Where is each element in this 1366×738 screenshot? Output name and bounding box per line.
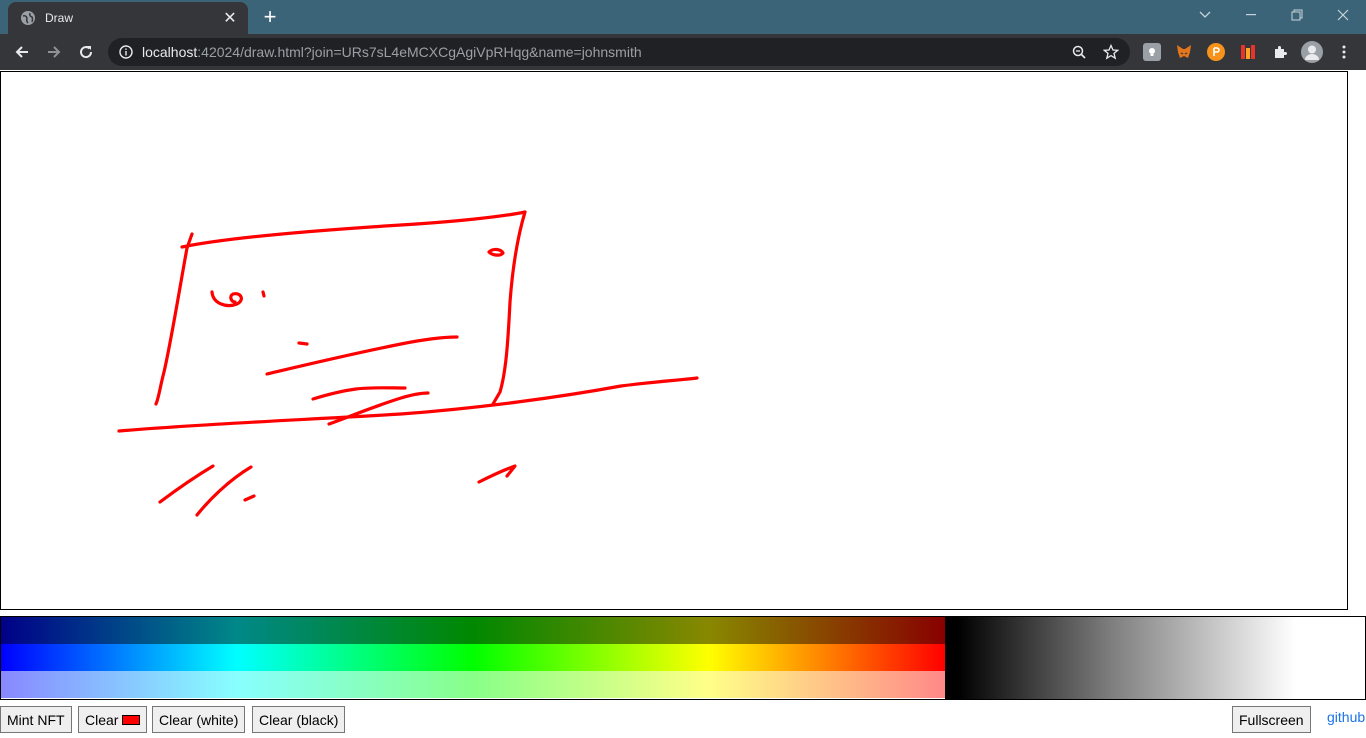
drawing-canvas[interactable] <box>0 71 1348 610</box>
url-path: :42024/draw.html?join=URs7sL4eMCXCgAgiVp… <box>197 44 642 60</box>
stroke-box-right <box>491 210 527 406</box>
stroke-base-line <box>117 376 699 433</box>
clear-white-button[interactable]: Clear (white) <box>152 706 246 733</box>
bar-chart-extension-icon[interactable] <box>1239 43 1257 61</box>
stroke-eye-left <box>210 290 243 308</box>
url-text: localhost:42024/draw.html?join=URs7sL4eM… <box>142 44 642 60</box>
tab-close-icon[interactable]: ✕ <box>220 8 240 28</box>
mint-nft-button[interactable]: Mint NFT <box>0 706 72 733</box>
stroke-dash <box>297 341 309 346</box>
browser-toolbar: localhost:42024/draw.html?join=URs7sL4eM… <box>0 34 1366 70</box>
palette-grayscale[interactable] <box>945 617 1365 699</box>
stroke-dot <box>261 290 266 298</box>
url-host: localhost <box>142 44 198 60</box>
stroke-box-top <box>180 210 527 249</box>
menu-dots-icon[interactable] <box>1335 43 1353 61</box>
fullscreen-button[interactable]: Fullscreen <box>1232 706 1311 733</box>
crypto-wallet-icon[interactable] <box>1207 43 1225 61</box>
stroke-lower-2 <box>327 391 430 426</box>
globe-icon <box>20 10 36 26</box>
profile-avatar[interactable] <box>1301 41 1323 63</box>
stroke-hatch-1 <box>158 464 215 504</box>
clear-label: Clear <box>85 711 119 728</box>
stroke-hatch-4 <box>477 464 517 484</box>
stroke-eye-right <box>487 247 505 257</box>
reload-icon[interactable] <box>72 38 100 66</box>
browser-tab[interactable]: Draw ✕ <box>8 2 248 34</box>
mint-nft-label: Mint NFT <box>7 711 65 728</box>
tab-search-chevron-icon[interactable] <box>1182 0 1228 30</box>
close-window-icon[interactable] <box>1320 0 1366 30</box>
palette-row-light[interactable] <box>1 671 945 698</box>
bookmark-star-icon[interactable] <box>1103 44 1119 60</box>
stroke-box-left <box>154 246 189 406</box>
github-link[interactable]: github <box>1327 709 1365 725</box>
stroke-lower-1 <box>311 386 407 401</box>
minimize-icon[interactable] <box>1228 0 1274 30</box>
palette-row-bright[interactable] <box>1 644 945 671</box>
clear-black-button[interactable]: Clear (black) <box>252 706 346 733</box>
clear-black-label: Clear (black) <box>259 711 339 728</box>
tab-title: Draw <box>45 11 74 25</box>
color-palette[interactable] <box>0 616 1366 700</box>
extension-icon[interactable] <box>1143 43 1161 61</box>
palette-row-dark[interactable] <box>1 617 945 644</box>
forward-arrow-icon[interactable] <box>40 38 68 66</box>
drawing-strokes <box>117 210 699 517</box>
stroke-hatch-2 <box>195 465 253 517</box>
back-arrow-icon[interactable] <box>8 38 36 66</box>
clear-button[interactable]: Clear <box>78 706 148 733</box>
stroke-hatch-3 <box>243 494 256 502</box>
zoom-icon[interactable] <box>1071 44 1087 60</box>
address-bar[interactable]: localhost:42024/draw.html?join=URs7sL4eM… <box>108 38 1130 66</box>
metamask-fox-icon[interactable] <box>1175 43 1193 61</box>
tab-strip: Draw ✕ + <box>0 0 1366 34</box>
current-color-swatch <box>122 714 141 725</box>
restore-icon[interactable] <box>1274 0 1320 30</box>
fullscreen-label: Fullscreen <box>1239 711 1304 728</box>
clear-white-label: Clear (white) <box>159 711 239 728</box>
info-icon[interactable] <box>118 44 134 60</box>
stroke-mouth-line <box>265 335 459 376</box>
puzzle-extensions-icon[interactable] <box>1271 43 1289 61</box>
new-tab-button[interactable]: + <box>258 6 282 30</box>
